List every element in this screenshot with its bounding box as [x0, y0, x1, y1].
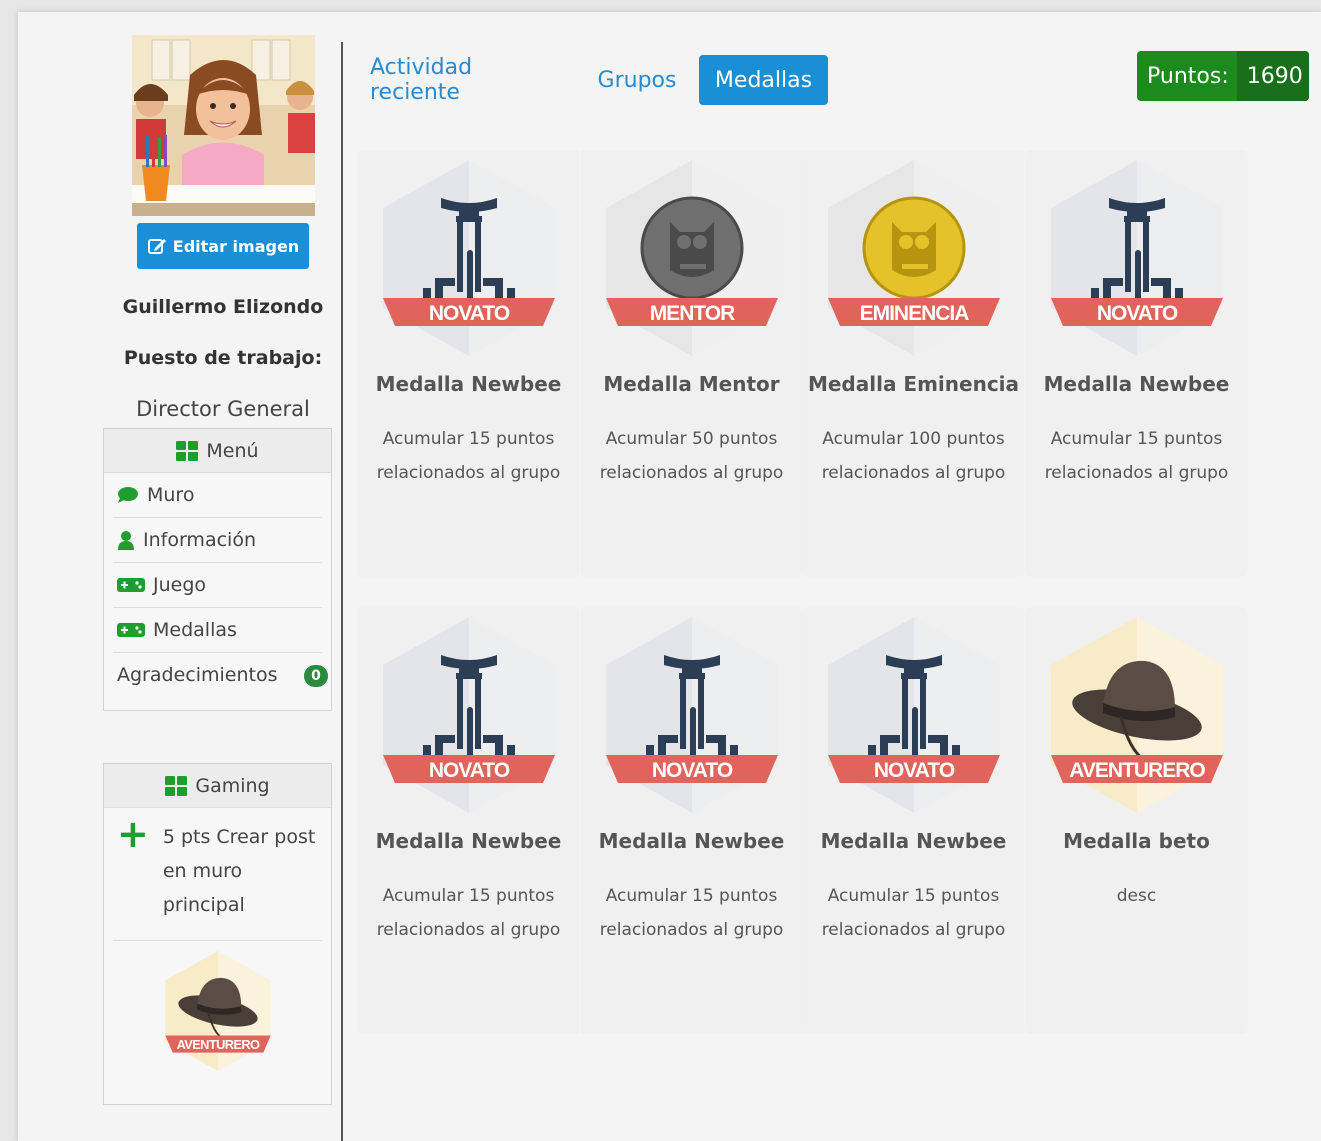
aventurero-medal-icon: AVENTURERO: [1051, 617, 1223, 813]
tab-actividad-reciente[interactable]: Actividad reciente: [370, 55, 560, 105]
novato-medal-icon: NOVATO: [606, 617, 778, 813]
menu-item-label: Información: [143, 529, 256, 551]
medal-title: Medalla Newbee: [375, 829, 562, 853]
speech-bubble-icon: [118, 487, 138, 503]
svg-text:AVENTURERO: AVENTURERO: [177, 1037, 260, 1052]
points-label: Puntos:: [1147, 63, 1229, 89]
medal-title: Medalla Newbee: [375, 372, 562, 396]
menu-item-medallas[interactable]: Medallas: [113, 608, 322, 653]
medal-description: Acumular 15 puntos relacionados al grupo: [376, 886, 561, 940]
medal-title: Medalla Eminencia: [807, 372, 1020, 396]
menu-item-label: Medallas: [153, 619, 237, 641]
medal-card[interactable]: AVENTURERO Medalla beto desc: [1027, 609, 1246, 1032]
plus-icon: +: [117, 812, 149, 856]
svg-text:MENTOR: MENTOR: [650, 302, 735, 325]
user-name: Guillermo Elizondo: [122, 296, 324, 318]
medal-card[interactable]: EMINENCIA Medalla Eminencia Acumular 100 p…: [804, 152, 1023, 575]
medal-title: Medalla beto: [1063, 829, 1210, 853]
novato-medal-icon: NOVATO: [383, 617, 555, 813]
menu-header: Menú: [104, 429, 331, 473]
profile-page: Editar imagen Guillermo Elizondo Puesto …: [18, 12, 1321, 1141]
medal-card[interactable]: NOVATO Medalla Newbee Acumular 15 puntos r…: [1027, 152, 1246, 575]
points-badge: Puntos: 1690: [1137, 51, 1309, 101]
gamepad-icon: [117, 623, 145, 637]
user-icon: [118, 531, 134, 550]
medal-card[interactable]: NOVATO Medalla Newbee Acumular 15 puntos r…: [582, 609, 801, 1032]
medal-description: Acumular 15 puntos relacionados al grupo: [821, 886, 1006, 940]
aventurero-badge-icon: AVENTURERO: [165, 951, 271, 1071]
svg-text:AVENTURERO: AVENTURERO: [1069, 759, 1205, 782]
gaming-task: + 5 pts Crear post en muro principal: [113, 808, 322, 941]
gaming-panel: Gaming + 5 pts Crear post en muro princi…: [103, 763, 332, 1105]
medal-card[interactable]: MENTOR Medalla Mentor Acumular 50 puntos r…: [582, 152, 801, 575]
edit-image-button[interactable]: Editar imagen: [137, 223, 309, 269]
grid-icon: [176, 440, 199, 461]
medal-title: Medalla Newbee: [598, 829, 785, 853]
edit-icon: [147, 239, 166, 254]
menu-panel: Menú Muro Información Juego Medallas Agr…: [103, 428, 332, 711]
menu-item-agradecimientos[interactable]: Agradecimientos 0: [113, 653, 328, 697]
menu-item-muro[interactable]: Muro: [113, 473, 322, 518]
medal-card[interactable]: NOVATO Medalla Newbee Acumular 15 puntos r…: [804, 609, 1023, 1032]
grid-icon: [165, 775, 188, 796]
mentor-medal-icon: MENTOR: [606, 160, 778, 356]
gaming-header: Gaming: [104, 764, 331, 808]
gamepad-icon: [117, 578, 145, 592]
tab-grupos[interactable]: Grupos: [595, 55, 679, 105]
job-title-label: Puesto de trabajo:: [123, 347, 323, 369]
points-value: 1690: [1236, 51, 1309, 101]
menu-item-juego[interactable]: Juego: [113, 563, 322, 608]
count-badge: 0: [304, 665, 328, 687]
menu-item-informacion[interactable]: Información: [113, 518, 322, 563]
gaming-title: Gaming: [195, 774, 270, 797]
medal-card[interactable]: NOVATO Medalla Newbee Acumular 15 puntos r…: [359, 152, 578, 575]
novato-medal-icon: NOVATO: [383, 160, 555, 356]
menu-title: Menú: [206, 439, 259, 462]
novato-medal-icon: NOVATO: [828, 617, 1000, 813]
medal-card[interactable]: NOVATO Medalla Newbee Acumular 15 puntos r…: [359, 609, 578, 1032]
medal-description: desc: [1116, 886, 1157, 906]
eminencia-medal-icon: EMINENCIA: [828, 160, 1000, 356]
medal-title: Medalla Newbee: [1043, 372, 1230, 396]
svg-text:EMINENCIA: EMINENCIA: [860, 302, 970, 325]
svg-text:NOVATO: NOVATO: [429, 759, 510, 782]
menu-item-label: Agradecimientos: [117, 664, 278, 686]
menu-item-label: Juego: [153, 574, 207, 596]
medal-title: Medalla Mentor: [603, 372, 780, 396]
svg-text:NOVATO: NOVATO: [874, 759, 955, 782]
medal-description: Acumular 15 puntos relacionados al grupo: [376, 429, 561, 483]
tab-medallas[interactable]: Medallas: [699, 55, 828, 105]
medal-title: Medalla Newbee: [820, 829, 1007, 853]
medal-description: Acumular 100 puntos relacionados al grup…: [821, 429, 1006, 483]
novato-medal-icon: NOVATO: [1051, 160, 1223, 356]
gaming-task-text: 5 pts Crear post en muro principal: [162, 826, 316, 916]
menu-item-label: Muro: [147, 484, 195, 506]
profile-photo: [132, 35, 315, 216]
edit-image-label: Editar imagen: [172, 236, 300, 256]
column-divider: [341, 42, 343, 1141]
medal-description: Acumular 15 puntos relacionados al grupo: [1044, 429, 1229, 483]
medal-description: Acumular 50 puntos relacionados al grupo: [599, 429, 784, 483]
medal-description: Acumular 15 puntos relacionados al grupo: [599, 886, 784, 940]
svg-text:NOVATO: NOVATO: [652, 759, 733, 782]
job-title-value: Director General: [136, 397, 310, 421]
svg-text:NOVATO: NOVATO: [429, 302, 510, 325]
svg-text:NOVATO: NOVATO: [1097, 302, 1178, 325]
